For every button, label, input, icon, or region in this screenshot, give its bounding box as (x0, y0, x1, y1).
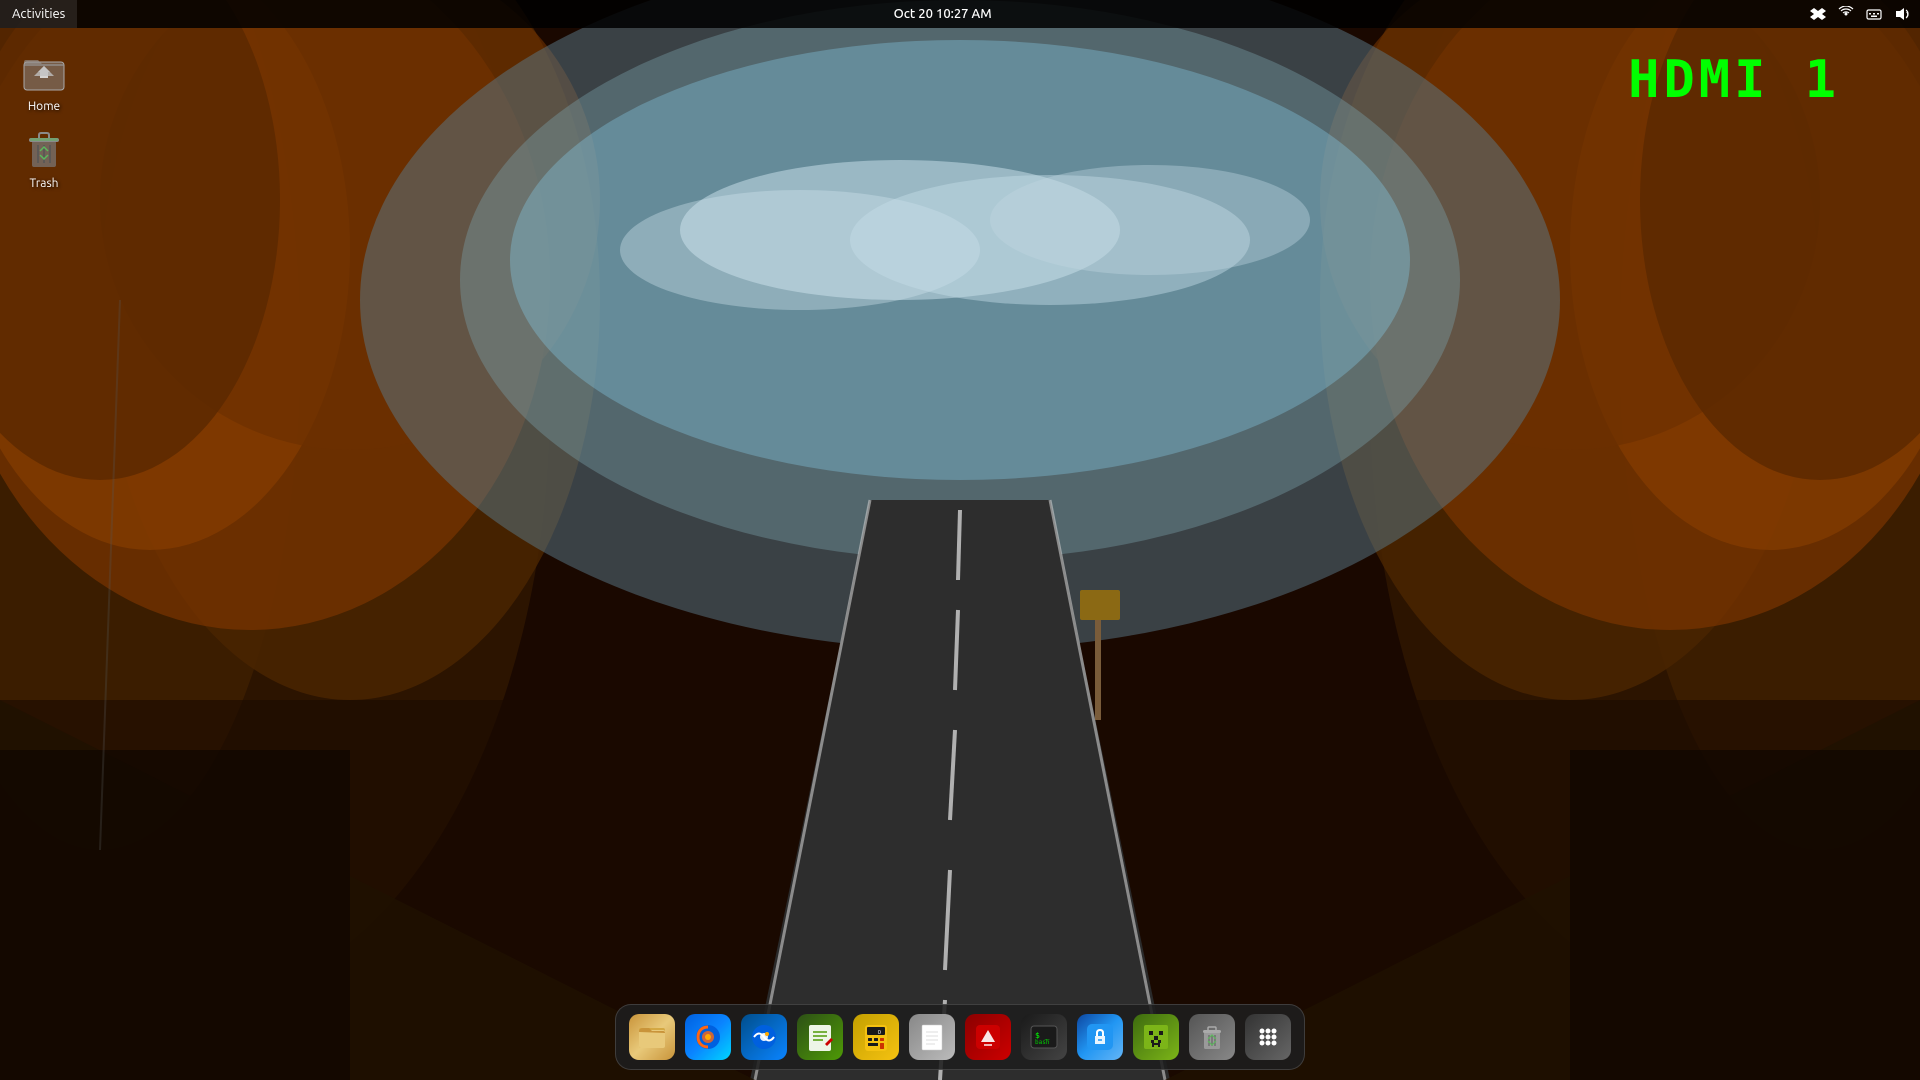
firefox-dock-item[interactable] (682, 1011, 734, 1063)
trash-desktop-icon[interactable]: Trash (8, 121, 80, 194)
home-icon-image (20, 48, 68, 96)
thunderbird-dock-item[interactable] (738, 1011, 790, 1063)
topbar-right (1808, 4, 1920, 24)
home-desktop-icon[interactable]: Home (8, 44, 80, 117)
home-icon-label: Home (28, 100, 60, 113)
desktop-background (0, 0, 1920, 1080)
minecraft-dock-item[interactable] (1130, 1011, 1182, 1063)
svg-text:bash: bash (1035, 1039, 1050, 1046)
network-tray-icon[interactable] (1836, 4, 1856, 24)
trash-dock-item[interactable] (1186, 1011, 1238, 1063)
files-dock-item[interactable] (626, 1011, 678, 1063)
background-svg (0, 0, 1920, 1080)
topbar-center: Oct 20 10:27 AM (894, 7, 992, 21)
terminal-dock-item[interactable]: $ _ bash (1018, 1011, 1070, 1063)
dock: 0 (615, 1004, 1305, 1070)
editor-dock-item[interactable] (794, 1011, 846, 1063)
apps-grid-dock-item[interactable] (1242, 1011, 1294, 1063)
appstore-dock-item[interactable] (1074, 1011, 1126, 1063)
trash-icon-label: Trash (29, 177, 58, 190)
keyboard-tray-icon[interactable] (1864, 4, 1884, 24)
desktop-icons-container: Home Trash (0, 36, 88, 202)
volume-tray-icon[interactable] (1892, 4, 1912, 24)
datetime-label: Oct 20 10:27 AM (894, 7, 992, 21)
dropbox-tray-icon[interactable] (1808, 4, 1828, 24)
calculator-dock-item[interactable]: 0 (850, 1011, 902, 1063)
hdmi-label: HDMI 1 (1628, 50, 1840, 110)
activities-label: Activities (12, 7, 65, 21)
transmission-dock-item[interactable] (962, 1011, 1014, 1063)
topbar-left: Activities (0, 0, 77, 28)
notes-dock-item[interactable] (906, 1011, 958, 1063)
trash-icon-image (20, 125, 68, 173)
topbar: Activities Oct 20 10:27 AM (0, 0, 1920, 28)
activities-button[interactable]: Activities (0, 0, 77, 28)
